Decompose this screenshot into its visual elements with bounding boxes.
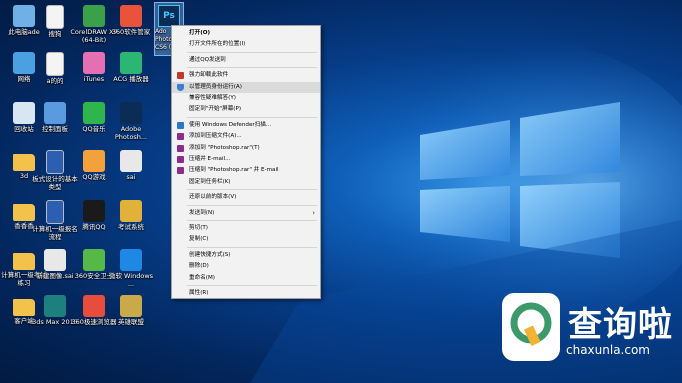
menu-separator <box>187 51 317 53</box>
context-menu-item-label: 发送到(N) <box>189 209 215 216</box>
desktop-icon-label: ACG 播放器 <box>113 75 149 83</box>
word-doc-icon <box>46 200 64 224</box>
qq-icon <box>83 200 105 222</box>
photoshop-icon <box>120 102 142 124</box>
context-menu-item[interactable]: 复制(C) <box>172 234 320 245</box>
itunes-icon <box>83 52 105 74</box>
menu-separator <box>187 189 317 191</box>
context-menu-item-label: 固定到"开始"屏幕(P) <box>189 106 242 113</box>
menu-separator <box>187 67 317 69</box>
watermark-logo <box>502 293 560 361</box>
context-menu-item[interactable]: 兼容性疑难解答(Y) <box>172 93 320 104</box>
context-menu-item-label: 创建快捷方式(S) <box>189 251 231 258</box>
context-menu-item[interactable]: 还原以前的版本(V) <box>172 192 320 203</box>
context-menu-item-label: 以管理员身份运行(A) <box>189 83 242 90</box>
context-menu-item-label: 压缩并 E-mail... <box>189 156 231 162</box>
control-panel-icon <box>44 102 66 124</box>
lol-icon <box>120 295 142 317</box>
context-menu-item-label: 添加到 "Photoshop.rar"(T) <box>189 144 260 151</box>
menu-separator <box>187 220 317 221</box>
menu-separator <box>187 116 317 118</box>
context-menu-item[interactable]: 添加到 "Photoshop.rar"(T) <box>172 143 320 154</box>
menu-separator <box>187 204 317 206</box>
photoshop-icon: Ps <box>158 5 180 27</box>
chevron-right-icon: › <box>312 208 315 217</box>
context-menu: 打开(O) 打开文件所在的位置(I) 通过QQ发送到 强力卸载此软件以管理员身份运行(… <box>171 25 321 299</box>
context-menu-item[interactable]: 打开(O) <box>172 28 320 39</box>
context-menu-item-label: 属性(R) <box>189 290 209 296</box>
coreldraw-icon <box>83 5 105 27</box>
winrar-icon <box>177 144 184 152</box>
winrar-icon <box>177 133 184 141</box>
winrar-icon <box>177 156 184 163</box>
uninstall-icon <box>177 72 184 80</box>
context-menu-item-label: 固定到任务栏(K) <box>189 178 231 185</box>
context-menu-item[interactable]: 强力卸载此软件 <box>172 70 320 81</box>
context-menu-item[interactable]: 固定到任务栏(K) <box>172 177 320 188</box>
context-menu-item[interactable]: 压缩并 E-mail... <box>172 154 320 165</box>
qq-game-icon <box>83 150 105 172</box>
context-menu-item-label: 还原以前的版本(V) <box>189 194 237 201</box>
shield-icon <box>177 83 184 91</box>
context-menu-item-label: 删除(D) <box>189 263 209 270</box>
menu-separator <box>187 246 317 248</box>
context-menu-item[interactable]: 添加到压缩文件(A)... <box>172 131 320 142</box>
watermark-text: 查询啦 <box>568 305 673 345</box>
context-menu-item[interactable]: 属性(R) <box>172 288 320 299</box>
context-menu-item[interactable]: 固定到"开始"屏幕(P) <box>172 104 320 115</box>
document-icon <box>46 52 64 76</box>
context-menu-item[interactable]: 以管理员身份运行(A) <box>172 81 320 93</box>
context-menu-item-label: 压缩到 "Photoshop.rar" 并 E-mail <box>189 167 279 174</box>
context-menu-item-label: 强力卸载此软件 <box>189 72 229 79</box>
sai-app-icon <box>120 150 142 172</box>
watermark: 查询啦 chaxunla.com <box>498 291 682 383</box>
context-menu-item-label: 重命名(M) <box>189 274 215 281</box>
watermark-url: chaxunla.com <box>566 343 650 357</box>
desktop-icon-label: 360软件管家 <box>111 28 151 36</box>
word-doc-icon <box>46 150 64 174</box>
context-menu-item[interactable]: 删除(D) <box>172 261 320 272</box>
winrar-icon <box>177 167 184 175</box>
context-menu-item[interactable]: 重命名(M) <box>172 273 320 284</box>
context-menu-item[interactable]: 创建快捷方式(S) <box>172 250 320 261</box>
context-menu-item-label: 兼容性疑难解答(Y) <box>189 95 236 101</box>
360-browser-icon <box>83 295 105 317</box>
windows-icon <box>120 249 142 271</box>
360-safe-icon <box>83 249 105 271</box>
sai-file-icon <box>44 249 66 271</box>
menu-separator <box>187 285 317 286</box>
desktop-icon-label: 考试系统 <box>118 223 144 231</box>
acg-player-icon <box>120 52 142 74</box>
context-menu-item-label: 剪切(T) <box>189 225 208 231</box>
context-menu-item-label: 打开文件所在的位置(I) <box>189 41 246 48</box>
desktop-icon[interactable]: 英雄联盟 <box>107 293 155 351</box>
desktop-icon-label: Adobe Photosh... <box>114 125 148 141</box>
360-manager-icon <box>120 5 142 27</box>
desktop-icon-label: 微软 Windows ... <box>108 272 154 288</box>
qq-music-icon <box>83 102 105 124</box>
context-menu-item-label: 打开(O) <box>189 30 211 36</box>
context-menu-item[interactable]: 发送到(N) › <box>172 208 320 219</box>
desktop: 此电脑ade 网络 回收站 3d 香香香 计算机一级考试练习 客户端 搜狗 a的的 控制面板 板式设… <box>0 0 682 383</box>
3dsmax-icon <box>44 295 66 317</box>
desktop-icon-label: sai <box>126 173 136 181</box>
context-menu-item[interactable]: 剪切(T) <box>172 223 320 234</box>
context-menu-item[interactable]: 使用 Windows Defender扫描... <box>172 120 320 131</box>
context-menu-item-label: 复制(C) <box>189 236 209 243</box>
exam-system-icon <box>120 200 142 222</box>
context-menu-item[interactable]: 打开文件所在的位置(I) <box>172 39 320 50</box>
context-menu-item-label: 添加到压缩文件(A)... <box>189 133 242 140</box>
defender-icon <box>177 121 184 129</box>
desktop-icon-label: 英雄联盟 <box>118 318 144 326</box>
context-menu-item[interactable]: 通过QQ发送到 <box>172 55 320 66</box>
context-menu-item-label: 通过QQ发送到 <box>189 56 226 63</box>
context-menu-item-label: 使用 Windows Defender扫描... <box>189 121 272 128</box>
context-menu-item[interactable]: 压缩到 "Photoshop.rar" 并 E-mail <box>172 165 320 176</box>
document-icon <box>46 5 64 29</box>
